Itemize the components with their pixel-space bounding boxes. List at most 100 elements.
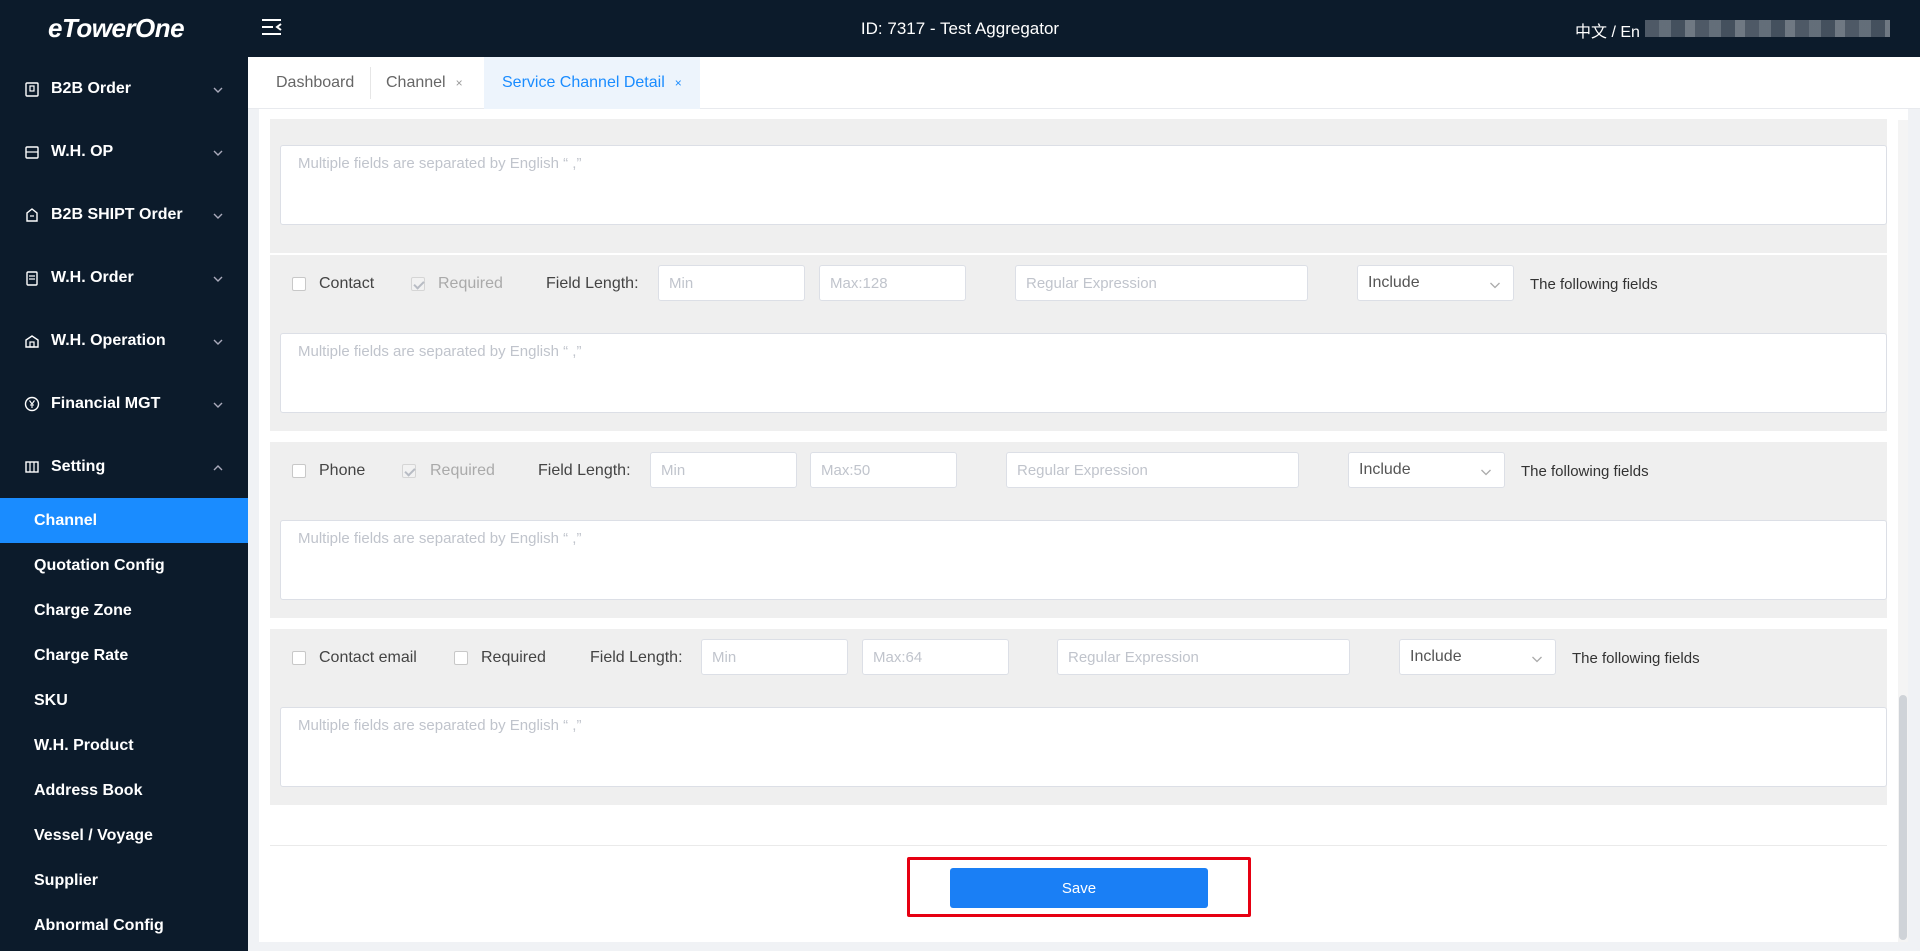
language-switch[interactable]: 中文 / En: [1575, 18, 1640, 42]
tab-label: Service Channel Detail: [502, 74, 665, 91]
chevron-down-icon: [212, 398, 224, 410]
required-checkbox: [402, 464, 416, 478]
close-icon[interactable]: ×: [456, 76, 463, 90]
regex-input[interactable]: [1015, 265, 1308, 301]
chevron-down-icon: [212, 209, 224, 221]
select-value: Include: [1410, 648, 1462, 665]
field-section-contact-email: Contact email Required Field Length: Inc…: [270, 629, 1887, 805]
clipboard-icon: [24, 270, 40, 286]
max-length-input[interactable]: [819, 265, 966, 301]
sidebar-group-label: W.H. OP: [51, 142, 114, 160]
shipment-icon: [24, 207, 40, 223]
sidebar-item-charge-zone[interactable]: Charge Zone: [0, 588, 248, 633]
chevron-down-icon: [1531, 652, 1543, 664]
max-length-input[interactable]: [810, 452, 957, 488]
select-value: Include: [1368, 274, 1420, 291]
sidebar-group-setting[interactable]: Setting: [0, 435, 248, 498]
top-bar: eTowerOne ID: 7317 - Test Aggregator 中文 …: [0, 0, 1920, 57]
required-label: Required: [438, 275, 503, 292]
min-length-input[interactable]: [658, 265, 805, 301]
sidebar-group-b2b-shipt-order[interactable]: B2B SHIPT Order: [0, 183, 248, 246]
sidebar: B2B Order W.H. OP B2B SHIPT Order W.H. O…: [0, 57, 248, 951]
sidebar-group-label: W.H. Order: [51, 268, 134, 286]
order-icon: [24, 81, 40, 97]
sidebar-group-label: B2B SHIPT Order: [51, 205, 183, 223]
tab-label: Dashboard: [276, 74, 355, 91]
field-name-label: Contact email: [319, 649, 417, 666]
field-enable-checkbox[interactable]: [292, 277, 306, 291]
chevron-down-icon: [1480, 465, 1492, 477]
bottom-strip: [248, 942, 1920, 951]
close-icon[interactable]: ×: [675, 76, 682, 90]
following-fields-label: The following fields: [1572, 650, 1700, 667]
building-icon: [24, 333, 40, 349]
following-fields-label: The following fields: [1521, 463, 1649, 480]
field-enable-checkbox[interactable]: [292, 464, 306, 478]
tab-dashboard[interactable]: Dashboard: [258, 57, 364, 109]
chevron-down-icon: [212, 83, 224, 95]
sidebar-item-address-book[interactable]: Address Book: [0, 768, 248, 813]
following-fields-label: The following fields: [1530, 276, 1658, 293]
min-length-input[interactable]: [701, 639, 848, 675]
match-mode-select[interactable]: Include: [1357, 265, 1514, 301]
sidebar-item-channel[interactable]: Channel: [0, 498, 248, 543]
user-info-redacted: [1645, 20, 1890, 37]
sidebar-group-label: Financial MGT: [51, 394, 161, 412]
fields-textarea[interactable]: [280, 707, 1887, 787]
fields-textarea[interactable]: [280, 520, 1887, 600]
chevron-down-icon: [212, 146, 224, 158]
field-section-phone: Phone Required Field Length: Include The…: [270, 442, 1887, 618]
sidebar-item-abnormal-config[interactable]: Abnormal Config: [0, 903, 248, 948]
chevron-down-icon: [1489, 278, 1501, 290]
sidebar-group-wh-op[interactable]: W.H. OP: [0, 120, 248, 183]
sidebar-group-label: W.H. Operation: [51, 331, 166, 349]
field-name-label: Contact: [319, 275, 375, 292]
required-label: Required: [481, 649, 546, 666]
field-name-label: Phone: [319, 462, 366, 479]
select-value: Include: [1359, 461, 1411, 478]
match-mode-select[interactable]: Include: [1348, 452, 1505, 488]
tab-label: Channel: [386, 74, 446, 91]
match-mode-select[interactable]: Include: [1399, 639, 1556, 675]
required-label: Required: [430, 462, 495, 479]
tab-service-channel-detail[interactable]: Service Channel Detail ×: [484, 57, 700, 109]
sidebar-group-label: B2B Order: [51, 79, 132, 97]
sidebar-item-charge-rate[interactable]: Charge Rate: [0, 633, 248, 678]
sidebar-item-sku[interactable]: SKU: [0, 678, 248, 723]
warehouse-icon: [24, 144, 40, 160]
sidebar-group-financial-mgt[interactable]: Financial MGT: [0, 372, 248, 435]
yuan-icon: [24, 396, 40, 412]
field-length-label: Field Length:: [538, 462, 631, 479]
field-length-label: Field Length:: [546, 275, 639, 292]
footer-divider: [270, 845, 1887, 846]
field-section-previous: [270, 119, 1887, 253]
min-length-input[interactable]: [650, 452, 797, 488]
fields-textarea[interactable]: [280, 333, 1887, 413]
sidebar-item-vessel-voyage[interactable]: Vessel / Voyage: [0, 813, 248, 858]
chevron-down-icon: [212, 335, 224, 347]
chevron-up-icon: [212, 461, 224, 473]
regex-input[interactable]: [1006, 452, 1299, 488]
grid-icon: [24, 459, 40, 475]
sidebar-group-wh-operation[interactable]: W.H. Operation: [0, 309, 248, 372]
tabs-bar: Dashboard Channel × Service Channel Deta…: [248, 57, 1920, 109]
field-length-label: Field Length:: [590, 649, 683, 666]
field-enable-checkbox[interactable]: [292, 651, 306, 665]
required-checkbox: [411, 277, 425, 291]
save-button[interactable]: Save: [950, 868, 1208, 908]
chevron-down-icon: [212, 272, 224, 284]
content-panel: Contact Required Field Length: Include T…: [259, 109, 1908, 942]
sidebar-item-wh-product[interactable]: W.H. Product: [0, 723, 248, 768]
tab-channel[interactable]: Channel ×: [371, 57, 483, 109]
sidebar-group-label: Setting: [51, 457, 106, 475]
sidebar-item-quotation-config[interactable]: Quotation Config: [0, 543, 248, 588]
sidebar-group-b2b-order[interactable]: B2B Order: [0, 57, 248, 120]
field-section-contact: Contact Required Field Length: Include T…: [270, 255, 1887, 431]
sidebar-group-wh-order[interactable]: W.H. Order: [0, 246, 248, 309]
fields-textarea[interactable]: [280, 145, 1887, 225]
regex-input[interactable]: [1057, 639, 1350, 675]
required-checkbox[interactable]: [454, 651, 468, 665]
sidebar-item-supplier[interactable]: Supplier: [0, 858, 248, 903]
max-length-input[interactable]: [862, 639, 1009, 675]
scrollbar-thumb[interactable]: [1899, 695, 1907, 940]
